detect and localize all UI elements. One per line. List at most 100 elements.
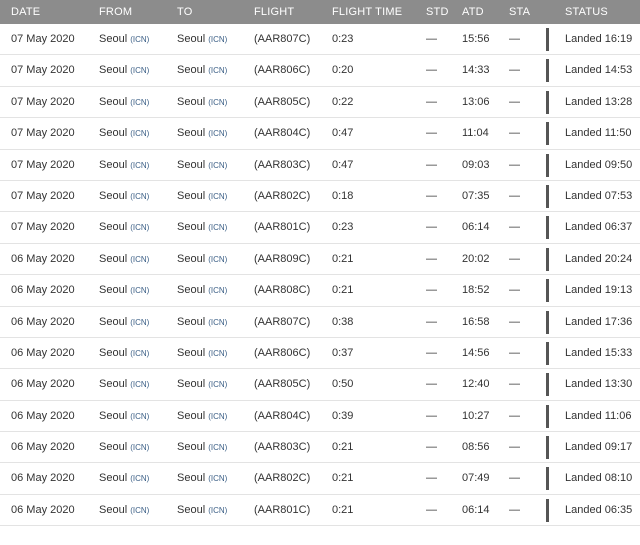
to-airport-code[interactable]: (ICN): [208, 255, 227, 264]
table-row[interactable]: 06 May 2020 Seoul (ICN) Seoul (ICN) (AAR806…: [0, 338, 640, 370]
from-city[interactable]: Seoul: [99, 33, 127, 45]
to-city[interactable]: Seoul: [177, 96, 205, 108]
to-city[interactable]: Seoul: [177, 347, 205, 359]
to-airport-code[interactable]: (ICN): [208, 66, 227, 75]
from-airport-code[interactable]: (ICN): [130, 412, 149, 421]
to-airport-code[interactable]: (ICN): [208, 129, 227, 138]
from-airport-code[interactable]: (ICN): [130, 192, 149, 201]
flight-cell[interactable]: (AAR802C): [254, 190, 310, 202]
flight-cell[interactable]: (AAR805C): [254, 96, 310, 108]
from-city[interactable]: Seoul: [99, 64, 127, 76]
to-city[interactable]: Seoul: [177, 127, 205, 139]
table-row[interactable]: 06 May 2020 Seoul (ICN) Seoul (ICN) (AAR808…: [0, 275, 640, 307]
to-airport-code[interactable]: (ICN): [208, 443, 227, 452]
from-airport-code[interactable]: (ICN): [130, 286, 149, 295]
table-row[interactable]: 06 May 2020 Seoul (ICN) Seoul (ICN) (AAR809…: [0, 244, 640, 276]
flight-cell[interactable]: (AAR801C): [254, 504, 310, 516]
from-airport-code[interactable]: (ICN): [130, 223, 149, 232]
table-row[interactable]: 07 May 2020 Seoul (ICN) Seoul (ICN) (AAR805…: [0, 87, 640, 119]
table-row[interactable]: 06 May 2020 Seoul (ICN) Seoul (ICN) (AAR803…: [0, 432, 640, 464]
from-city[interactable]: Seoul: [99, 441, 127, 453]
flight-cell[interactable]: (AAR807C): [254, 33, 310, 45]
from-airport-code[interactable]: (ICN): [130, 98, 149, 107]
from-city[interactable]: Seoul: [99, 504, 127, 516]
from-airport-code[interactable]: (ICN): [130, 35, 149, 44]
from-airport-code[interactable]: (ICN): [130, 318, 149, 327]
to-city[interactable]: Seoul: [177, 221, 205, 233]
to-airport-code[interactable]: (ICN): [208, 98, 227, 107]
table-row[interactable]: 07 May 2020 Seoul (ICN) Seoul (ICN) (AAR802…: [0, 181, 640, 213]
flight-cell[interactable]: (AAR803C): [254, 441, 310, 453]
flight-cell[interactable]: (AAR804C): [254, 410, 310, 422]
column-header-sta[interactable]: STA: [509, 6, 530, 18]
from-city[interactable]: Seoul: [99, 190, 127, 202]
to-city[interactable]: Seoul: [177, 190, 205, 202]
to-city[interactable]: Seoul: [177, 33, 205, 45]
flight-cell[interactable]: (AAR806C): [254, 64, 310, 76]
flight-cell[interactable]: (AAR808C): [254, 284, 310, 296]
from-city[interactable]: Seoul: [99, 127, 127, 139]
to-city[interactable]: Seoul: [177, 159, 205, 171]
from-city[interactable]: Seoul: [99, 472, 127, 484]
table-row[interactable]: 07 May 2020 Seoul (ICN) Seoul (ICN) (AAR804…: [0, 118, 640, 150]
flight-cell[interactable]: (AAR802C): [254, 472, 310, 484]
from-city[interactable]: Seoul: [99, 347, 127, 359]
from-city[interactable]: Seoul: [99, 96, 127, 108]
to-city[interactable]: Seoul: [177, 472, 205, 484]
to-airport-code[interactable]: (ICN): [208, 35, 227, 44]
from-airport-code[interactable]: (ICN): [130, 66, 149, 75]
to-city[interactable]: Seoul: [177, 504, 205, 516]
from-airport-code[interactable]: (ICN): [130, 380, 149, 389]
to-airport-code[interactable]: (ICN): [208, 380, 227, 389]
flight-cell[interactable]: (AAR805C): [254, 378, 310, 390]
to-airport-code[interactable]: (ICN): [208, 192, 227, 201]
flight-cell[interactable]: (AAR804C): [254, 127, 310, 139]
to-city[interactable]: Seoul: [177, 284, 205, 296]
column-header-date[interactable]: DATE: [11, 6, 40, 18]
to-airport-code[interactable]: (ICN): [208, 349, 227, 358]
table-row[interactable]: 06 May 2020 Seoul (ICN) Seoul (ICN) (AAR804…: [0, 401, 640, 433]
column-header-status[interactable]: STATUS: [565, 6, 608, 18]
to-city[interactable]: Seoul: [177, 441, 205, 453]
table-row[interactable]: 06 May 2020 Seoul (ICN) Seoul (ICN) (AAR807…: [0, 307, 640, 338]
to-city[interactable]: Seoul: [177, 64, 205, 76]
flight-cell[interactable]: (AAR809C): [254, 253, 310, 265]
from-airport-code[interactable]: (ICN): [130, 349, 149, 358]
column-header-std[interactable]: STD: [426, 6, 449, 18]
flight-cell[interactable]: (AAR806C): [254, 347, 310, 359]
to-city[interactable]: Seoul: [177, 410, 205, 422]
column-header-atd[interactable]: ATD: [462, 6, 484, 18]
table-row[interactable]: 06 May 2020 Seoul (ICN) Seoul (ICN) (AAR805…: [0, 369, 640, 401]
to-airport-code[interactable]: (ICN): [208, 506, 227, 515]
column-header-flight-time[interactable]: FLIGHT TIME: [332, 6, 402, 18]
table-row[interactable]: 06 May 2020 Seoul (ICN) Seoul (ICN) (AAR802…: [0, 463, 640, 495]
from-city[interactable]: Seoul: [99, 410, 127, 422]
table-row[interactable]: 06 May 2020 Seoul (ICN) Seoul (ICN) (AAR801…: [0, 495, 640, 527]
flight-cell[interactable]: (AAR803C): [254, 159, 310, 171]
table-row[interactable]: 07 May 2020 Seoul (ICN) Seoul (ICN) (AAR807…: [0, 24, 640, 56]
to-airport-code[interactable]: (ICN): [208, 474, 227, 483]
table-row[interactable]: 07 May 2020 Seoul (ICN) Seoul (ICN) (AAR801…: [0, 212, 640, 244]
table-row[interactable]: 07 May 2020 Seoul (ICN) Seoul (ICN) (AAR806…: [0, 55, 640, 87]
from-airport-code[interactable]: (ICN): [130, 474, 149, 483]
flight-cell[interactable]: (AAR807C): [254, 316, 310, 328]
to-airport-code[interactable]: (ICN): [208, 318, 227, 327]
from-airport-code[interactable]: (ICN): [130, 443, 149, 452]
from-city[interactable]: Seoul: [99, 316, 127, 328]
to-airport-code[interactable]: (ICN): [208, 161, 227, 170]
to-airport-code[interactable]: (ICN): [208, 286, 227, 295]
from-airport-code[interactable]: (ICN): [130, 129, 149, 138]
from-airport-code[interactable]: (ICN): [130, 161, 149, 170]
to-city[interactable]: Seoul: [177, 253, 205, 265]
flight-cell[interactable]: (AAR801C): [254, 221, 310, 233]
column-header-flight[interactable]: FLIGHT: [254, 6, 294, 18]
table-row[interactable]: 07 May 2020 Seoul (ICN) Seoul (ICN) (AAR803…: [0, 150, 640, 181]
from-city[interactable]: Seoul: [99, 253, 127, 265]
from-airport-code[interactable]: (ICN): [130, 506, 149, 515]
to-airport-code[interactable]: (ICN): [208, 223, 227, 232]
column-header-from[interactable]: FROM: [99, 6, 132, 18]
from-city[interactable]: Seoul: [99, 284, 127, 296]
from-city[interactable]: Seoul: [99, 378, 127, 390]
from-city[interactable]: Seoul: [99, 221, 127, 233]
to-city[interactable]: Seoul: [177, 378, 205, 390]
